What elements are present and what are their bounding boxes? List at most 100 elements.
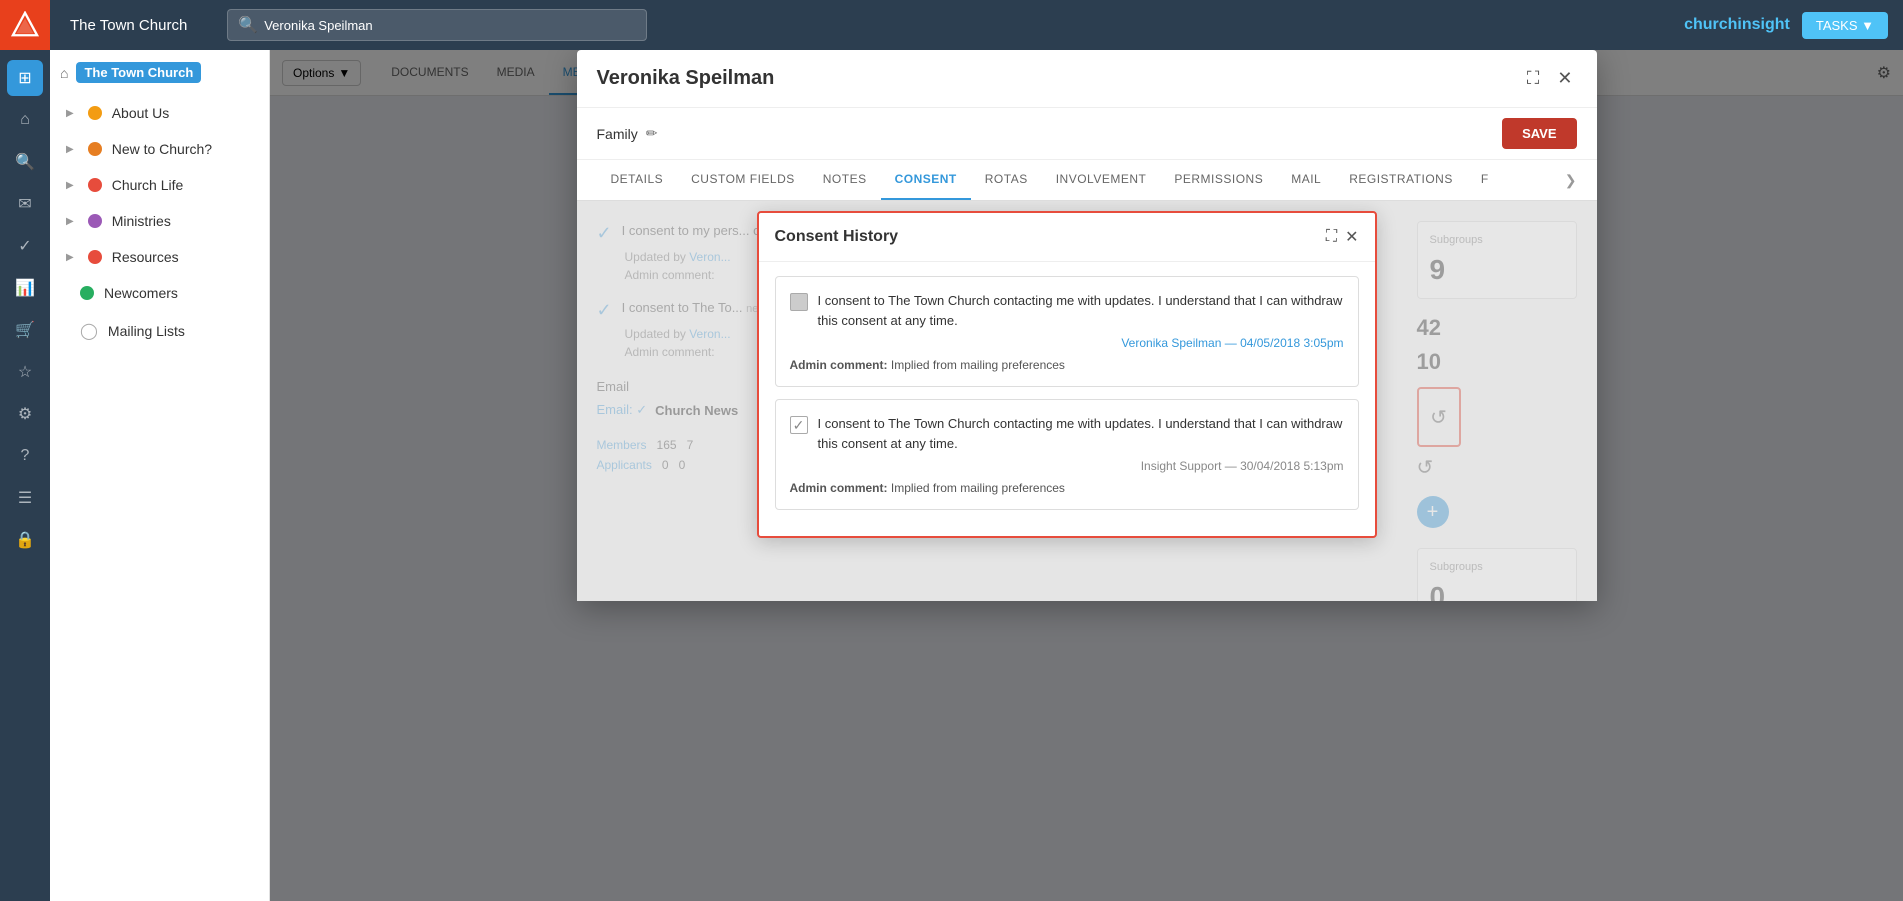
nav-label-ministries: Ministries [112,213,171,229]
ch-admin-text-1: Implied from mailing preferences [891,358,1065,372]
nav-arrow-icon: ▶ [66,252,74,263]
topbar-right: churchinsight TASKS ▼ [1684,12,1903,39]
save-button[interactable]: SAVE [1502,118,1576,149]
ch-admin-label-2: Admin comment: [790,481,888,495]
consent-history-overlay: Consent History ⛶ ✕ I consent to The [577,201,1597,601]
nav-label-about: About Us [112,105,170,121]
person-name-title: Veronika Speilman [597,67,1523,90]
nav-home-icon: ⌂ [60,65,68,81]
nav-arrow-icon: ▶ [66,180,74,191]
tasks-button[interactable]: TASKS ▼ [1802,12,1888,39]
person-modal-controls: ⛶ ✕ [1523,66,1577,91]
person-modal-header: Veronika Speilman ⛶ ✕ [577,50,1597,108]
person-modal: Veronika Speilman ⛶ ✕ Family ✏ SAVE DETA… [577,50,1597,601]
consent-history-body: I consent to The Town Church contacting … [759,262,1375,536]
consent-history-close-button[interactable]: ✕ [1345,227,1358,247]
ch-admin-2: Admin comment: Implied from mailing pref… [790,481,1344,495]
nav-dot-new [88,142,102,156]
sidebar-icon-menu[interactable]: ☰ [7,480,43,516]
ch-user-date-1: — 04/05/2018 3:05pm [1225,336,1344,350]
sidebar-icon-help[interactable]: ? [7,438,43,474]
sidebar-icon-home[interactable]: ⌂ [7,102,43,138]
sidebar-item-about-us[interactable]: ▶ About Us [50,95,269,131]
nav-label-new: New to Church? [112,141,212,157]
sidebar-item-mailing-lists[interactable]: ◯ Mailing Lists [50,311,269,351]
sidebar-icon-lock[interactable]: 🔒 [7,522,43,558]
nav-arrow-icon: ▶ [66,144,74,155]
person-modal-tabs: DETAILS CUSTOM FIELDS NOTES CONSENT ROTA… [577,160,1597,201]
sidebar-icon-mail[interactable]: ✉ [7,186,43,222]
edit-icon[interactable]: ✏ [646,125,658,142]
consent-history-expand-button[interactable]: ⛶ [1326,227,1337,247]
nav-dot-resources [88,250,102,264]
close-modal-button[interactable]: ✕ [1553,66,1576,91]
sidebar-item-church-life[interactable]: ▶ Church Life [50,167,269,203]
tab-consent[interactable]: CONSENT [881,160,971,200]
sidebar-icon-cart[interactable]: 🛒 [7,312,43,348]
sidebar-item-resources[interactable]: ▶ Resources [50,239,269,275]
family-label: Family [597,126,638,142]
ch-admin-text-2: Implied from mailing preferences [891,481,1065,495]
ch-checkbox-1 [790,293,808,311]
nav-circle-mailing: ◯ [80,321,98,341]
tab-rotas[interactable]: ROTAS [971,160,1042,200]
sidebar-item-ministries[interactable]: ▶ Ministries [50,203,269,239]
ch-user-1: Veronika Speilman — 04/05/2018 3:05pm [790,336,1344,350]
search-bar[interactable]: 🔍 [227,9,647,41]
sidebar-icon-chart[interactable]: 📊 [7,270,43,306]
consent-history-header: Consent History ⛶ ✕ [759,213,1375,262]
sidebar-icon-settings[interactable]: ⚙ [7,396,43,432]
nav-dot-about [88,106,102,120]
tab-more[interactable]: F [1467,160,1503,200]
ch-checkbox-2: ✓ [790,416,808,434]
nav-label-resources: Resources [112,249,179,265]
nav-label-mailing: Mailing Lists [108,323,185,339]
tab-chevron-right[interactable]: ❯ [1565,172,1577,189]
ch-entry-top-1: I consent to The Town Church contacting … [790,291,1344,330]
tab-notes[interactable]: NOTES [809,160,881,200]
person-modal-subheader: Family ✏ SAVE [577,108,1597,160]
sidebar-icon-check[interactable]: ✓ [7,228,43,264]
ch-admin-1: Admin comment: Implied from mailing pref… [790,358,1344,372]
ch-entry-top-2: ✓ I consent to The Town Church contactin… [790,414,1344,453]
nav-sidebar: ⌂ The Town Church ▶ About Us ▶ New to Ch… [50,50,270,901]
icon-sidebar: ⊞ ⌂ 🔍 ✉ ✓ 📊 🛒 ☆ ⚙ ? ☰ 🔒 [0,50,50,901]
tab-involvement[interactable]: INVOLVEMENT [1042,160,1161,200]
nav-church-label[interactable]: The Town Church [76,62,201,83]
nav-dot-church-life [88,178,102,192]
tab-permissions[interactable]: PERMISSIONS [1160,160,1277,200]
consent-history-modal: Consent History ⛶ ✕ I consent to The [757,211,1377,538]
sidebar-icon-star[interactable]: ☆ [7,354,43,390]
sidebar-icon-search[interactable]: 🔍 [7,144,43,180]
consent-history-title: Consent History [775,228,1326,246]
expand-modal-button[interactable]: ⛶ [1523,66,1544,91]
tab-details[interactable]: DETAILS [597,160,678,200]
tab-custom-fields[interactable]: CUSTOM FIELDS [677,160,809,200]
ch-text-1: I consent to The Town Church contacting … [818,291,1344,330]
nav-dot-newcomers [80,286,94,300]
topbar: The Town Church 🔍 churchinsight TASKS ▼ [0,0,1903,50]
search-input[interactable] [264,18,636,33]
sidebar-item-newcomers[interactable]: Newcomers [50,275,269,311]
ch-text-2: I consent to The Town Church contacting … [818,414,1344,453]
ch-user-support-name: Insight Support — 30/04/2018 5:13pm [1141,459,1344,473]
nav-dot-ministries [88,214,102,228]
ch-user-link-1[interactable]: Veronika Speilman [1121,336,1221,350]
church-name: The Town Church [50,17,207,34]
consent-history-entry-1: I consent to The Town Church contacting … [775,276,1359,387]
sidebar-icon-grid[interactable]: ⊞ [7,60,43,96]
person-modal-backdrop: Veronika Speilman ⛶ ✕ Family ✏ SAVE DETA… [270,50,1903,901]
consent-history-entry-2: ✓ I consent to The Town Church contactin… [775,399,1359,510]
nav-label-church-life: Church Life [112,177,184,193]
brand-logo: churchinsight [1684,16,1790,34]
sidebar-item-new-to-church[interactable]: ▶ New to Church? [50,131,269,167]
ch-user-2: Insight Support — 30/04/2018 5:13pm [790,459,1344,473]
tab-registrations[interactable]: REGISTRATIONS [1335,160,1467,200]
nav-label-newcomers: Newcomers [104,285,178,301]
app-logo[interactable] [0,0,50,50]
ch-admin-label-1: Admin comment: [790,358,888,372]
person-modal-body: ✓ I consent to my pers... can withdraw m… [577,201,1597,601]
nav-arrow-icon: ▶ [66,108,74,119]
nav-header: ⌂ The Town Church [50,50,269,95]
tab-mail[interactable]: MAIL [1277,160,1335,200]
